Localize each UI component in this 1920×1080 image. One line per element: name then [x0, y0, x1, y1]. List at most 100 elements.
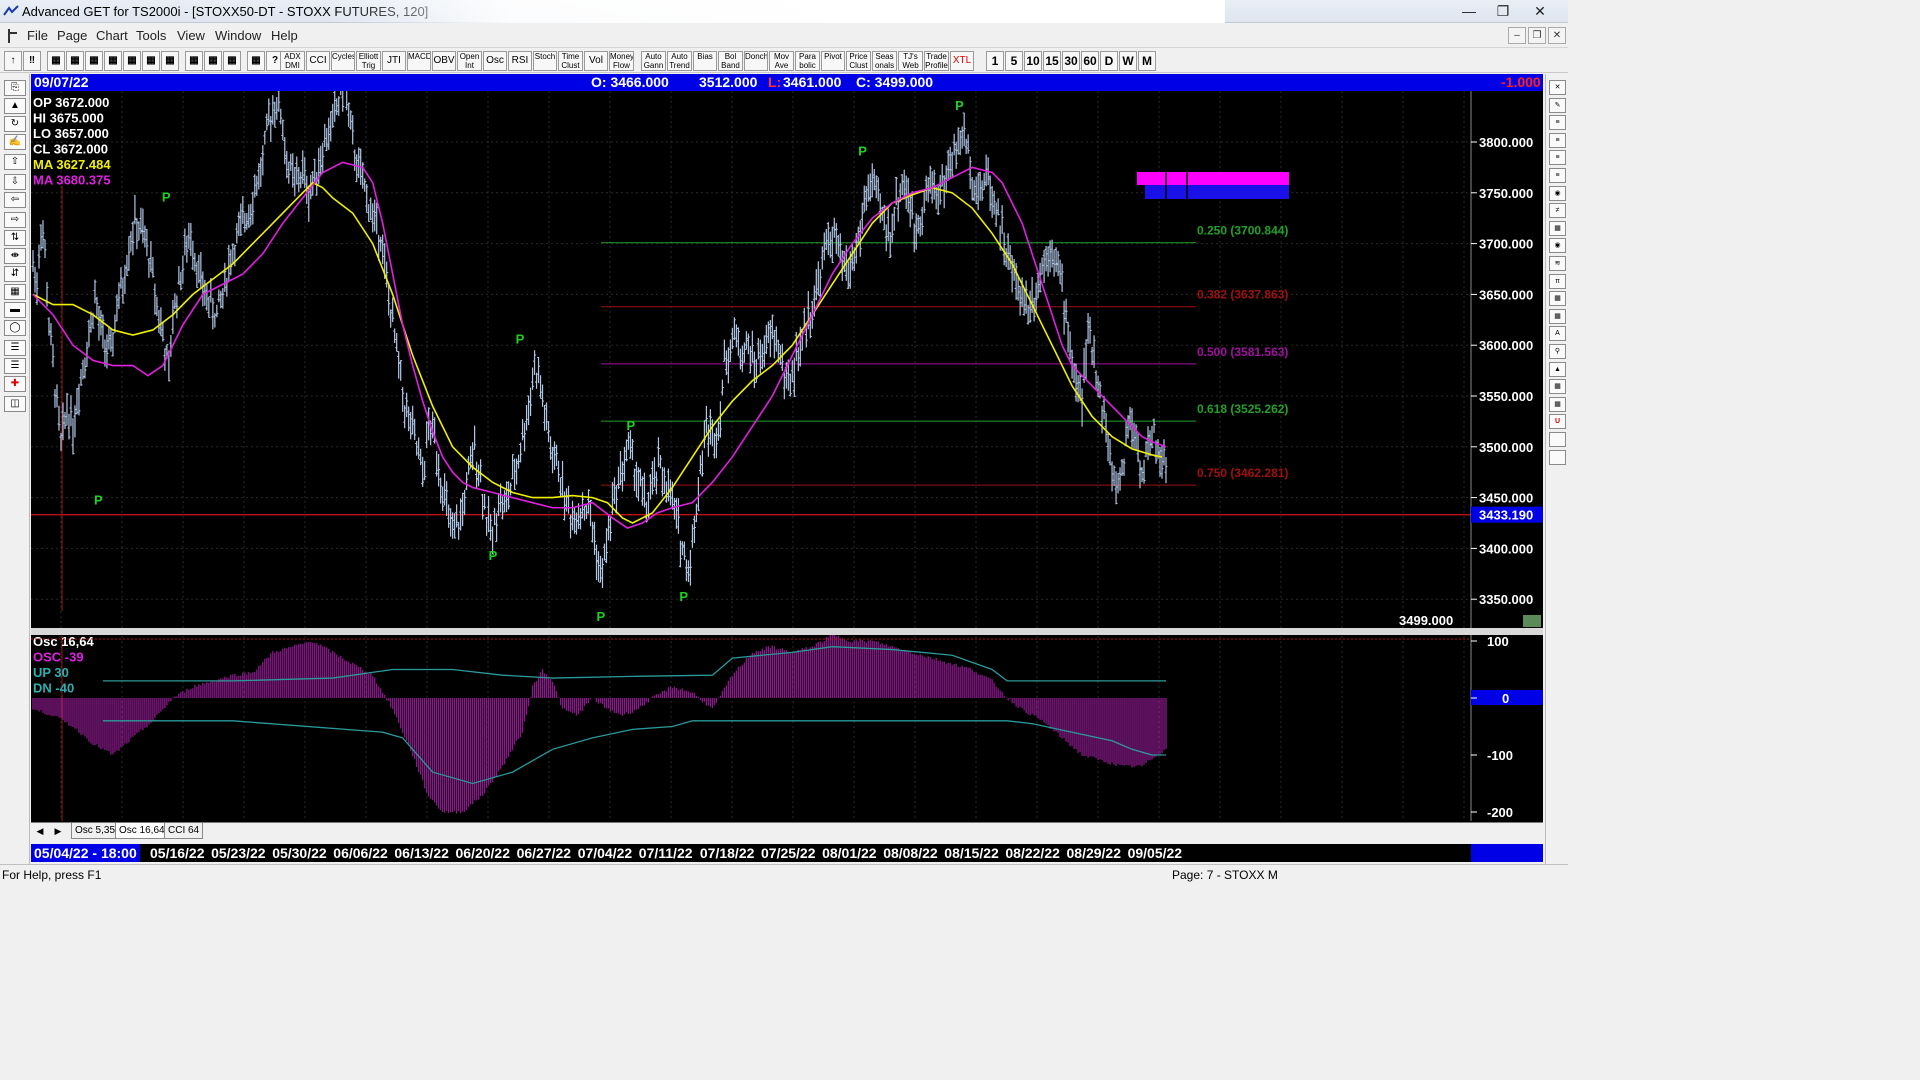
right-tool-12-icon[interactable]: ▦: [1549, 291, 1566, 307]
right-tool-13-icon[interactable]: ▦: [1549, 308, 1566, 324]
study-button-price-clust[interactable]: Price Clust: [846, 51, 871, 71]
timeframe-m[interactable]: M: [1138, 51, 1156, 71]
palette-tool-11-icon[interactable]: ▦: [4, 284, 26, 300]
study-button-vol[interactable]: Vol: [584, 51, 608, 71]
study-button-cci[interactable]: CCI: [306, 51, 330, 71]
tool-button-4[interactable]: ▦: [85, 51, 103, 71]
study-button-jti[interactable]: JTI: [382, 51, 406, 71]
tool-button-2[interactable]: ▦: [47, 51, 65, 71]
chart-area[interactable]: 0.250 (3700.844) 0.382 (3637.863) 0.500 (3…: [31, 91, 1543, 822]
maximize-button[interactable]: ❐: [1486, 0, 1520, 22]
study-button-rsi[interactable]: RSI: [508, 51, 532, 71]
right-tool-11-icon[interactable]: π: [1549, 273, 1566, 289]
study-button-bol-band[interactable]: Bol Band: [718, 51, 743, 71]
study-button-mov-ave[interactable]: Mov Ave: [769, 51, 794, 71]
tool-button-1[interactable]: ‼: [23, 51, 41, 71]
palette-tool-7-icon[interactable]: ⇨: [4, 212, 26, 228]
study-button-open-int[interactable]: Open Int: [457, 51, 482, 71]
palette-tool-4-icon[interactable]: ⇧: [4, 154, 26, 170]
menu-chart[interactable]: Chart: [96, 28, 128, 43]
tab-next-icon[interactable]: ▶: [51, 824, 65, 838]
tab-cci-64[interactable]: CCI 64: [164, 823, 204, 839]
tool-button-12[interactable]: ▦: [247, 51, 265, 71]
tab-osc-16-64[interactable]: Osc 16,64: [115, 823, 169, 839]
study-button-stoch[interactable]: Stoch: [533, 51, 557, 71]
right-tool-2-icon[interactable]: ≡: [1549, 115, 1566, 131]
study-button-bias[interactable]: Bias: [693, 51, 717, 71]
tool-button-0[interactable]: ↑: [4, 51, 22, 71]
right-tool-8-icon[interactable]: ▦: [1549, 220, 1566, 236]
menu-file[interactable]: File: [27, 28, 48, 43]
study-button-tj-s-web[interactable]: TJ's Web: [898, 51, 923, 71]
palette-tool-9-icon[interactable]: ⇼: [4, 248, 26, 264]
palette-tool-15-icon[interactable]: ☰: [4, 358, 26, 374]
timeframe-1[interactable]: 1: [986, 51, 1004, 71]
right-tool-9-icon[interactable]: ◉: [1549, 238, 1566, 254]
palette-tool-1-icon[interactable]: ▲: [4, 98, 26, 114]
study-button-macd[interactable]: MACD: [407, 51, 431, 71]
mdi-close-button[interactable]: ✕: [1548, 27, 1566, 44]
tool-button-8[interactable]: ▦: [161, 51, 179, 71]
study-button-donch[interactable]: Donch: [744, 51, 768, 71]
tool-button-7[interactable]: ▦: [142, 51, 160, 71]
palette-tool-6-icon[interactable]: ⇦: [4, 192, 26, 208]
timeframe-5[interactable]: 5: [1005, 51, 1023, 71]
study-button-auto-gann[interactable]: Auto Gann: [641, 51, 666, 71]
right-tool-16-icon[interactable]: ▲: [1549, 361, 1566, 377]
right-tool-7-icon[interactable]: ≠: [1549, 203, 1566, 219]
study-button-time-clust[interactable]: Time Clust: [558, 51, 583, 71]
study-button-cycles[interactable]: Cycles: [331, 51, 355, 71]
menu-help[interactable]: Help: [271, 28, 298, 43]
palette-tool-5-icon[interactable]: ⇩: [4, 174, 26, 190]
timeframe-10[interactable]: 10: [1024, 51, 1042, 71]
mdi-minimize-button[interactable]: –: [1508, 27, 1526, 44]
study-button-xtl[interactable]: XTL: [950, 51, 974, 71]
palette-tool-2-icon[interactable]: ↻: [4, 116, 26, 132]
tool-button-11[interactable]: ▦: [223, 51, 241, 71]
study-button-osc[interactable]: Osc: [483, 51, 507, 71]
tool-button-5[interactable]: ▦: [104, 51, 122, 71]
study-button-trade-profile[interactable]: Trade Profile: [924, 51, 949, 71]
menu-page[interactable]: Page: [57, 28, 87, 43]
palette-tool-13-icon[interactable]: ◯: [4, 320, 26, 336]
study-button-adx-dmi[interactable]: ADX DMI: [280, 51, 305, 71]
study-button-obv[interactable]: OBV: [432, 51, 456, 71]
timeframe-w[interactable]: W: [1119, 51, 1137, 71]
timeframe-60[interactable]: 60: [1081, 51, 1099, 71]
right-tool-4-icon[interactable]: ≡: [1549, 150, 1566, 166]
study-button-para-bolic[interactable]: Para bolic: [795, 51, 820, 71]
palette-tool-10-icon[interactable]: ⇵: [4, 266, 26, 282]
menu-window[interactable]: Window: [215, 28, 261, 43]
palette-tool-16-icon[interactable]: ✚: [4, 376, 26, 392]
right-tool-6-icon[interactable]: ◉: [1549, 185, 1566, 201]
tab-osc-5-35[interactable]: Osc 5,35: [71, 823, 120, 839]
palette-tool-0-icon[interactable]: ⎘: [4, 80, 26, 96]
palette-tool-8-icon[interactable]: ⇅: [4, 230, 26, 246]
study-button-seas-onals[interactable]: Seas onals: [872, 51, 897, 71]
menu-view[interactable]: View: [177, 28, 205, 43]
right-tool-14-icon[interactable]: A: [1549, 326, 1566, 342]
timeframe-15[interactable]: 15: [1043, 51, 1061, 71]
right-tool-15-icon[interactable]: ⚲: [1549, 344, 1566, 359]
tool-button-9[interactable]: ▦: [185, 51, 203, 71]
palette-tool-14-icon[interactable]: ☰: [4, 340, 26, 356]
study-button-pivot[interactable]: Pivot: [821, 51, 845, 71]
menu-tools[interactable]: Tools: [136, 28, 166, 43]
right-tool-5-icon[interactable]: ≡: [1549, 168, 1566, 183]
study-button-auto-trend[interactable]: Auto Trend: [667, 51, 692, 71]
palette-tool-17-icon[interactable]: ◫: [4, 396, 26, 412]
tool-button-3[interactable]: ▦: [66, 51, 84, 71]
mdi-restore-button[interactable]: ❐: [1528, 27, 1546, 44]
right-tool-17-icon[interactable]: ▦: [1549, 379, 1566, 395]
tool-button-6[interactable]: ▦: [123, 51, 141, 71]
right-tool-18-icon[interactable]: ▦: [1549, 396, 1566, 412]
palette-tool-3-icon[interactable]: ✍: [4, 134, 26, 150]
minimize-button[interactable]: —: [1452, 0, 1486, 22]
close-button[interactable]: ✕: [1520, 0, 1560, 22]
timeframe-30[interactable]: 30: [1062, 51, 1080, 71]
study-button-elliott-trig[interactable]: Elliott Trig: [356, 51, 381, 71]
right-tool-21-icon[interactable]: [1549, 449, 1566, 465]
right-tool-3-icon[interactable]: ≡: [1549, 132, 1566, 148]
study-button-money-flow[interactable]: Money Flow: [609, 51, 634, 71]
timeframe-d[interactable]: D: [1100, 51, 1118, 71]
